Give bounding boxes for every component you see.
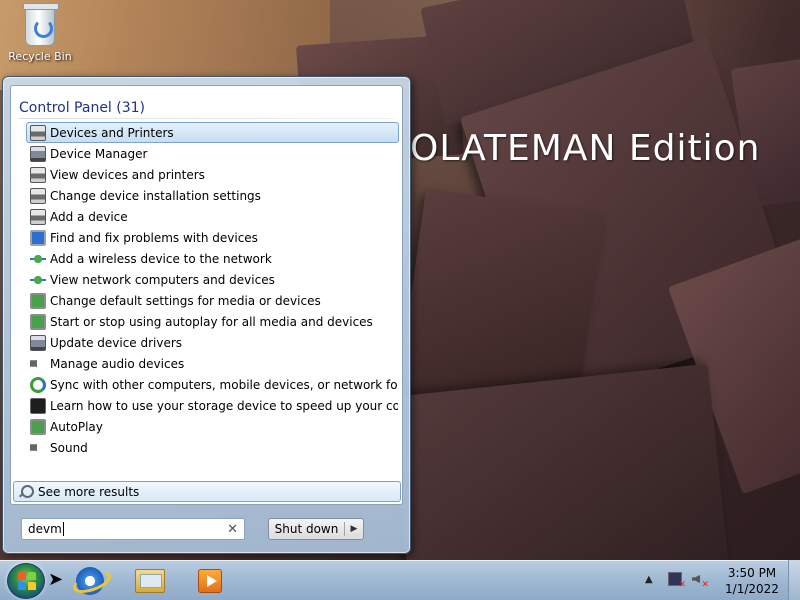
see-more-results-button[interactable]: See more results: [13, 481, 401, 502]
media-player-icon: [198, 569, 222, 593]
result-item[interactable]: Add a device: [26, 206, 399, 227]
shutdown-label[interactable]: Shut down: [269, 522, 345, 536]
taskbar-media-player[interactable]: [190, 563, 230, 599]
result-label: Devices and Printers: [50, 125, 174, 140]
device-manager-icon: [30, 145, 46, 162]
taskbar-windows-explorer[interactable]: [130, 563, 170, 599]
result-item[interactable]: Start or stop using autoplay for all med…: [26, 311, 399, 332]
result-item[interactable]: Add a wireless device to the network: [26, 248, 399, 269]
result-item[interactable]: Learn how to use your storage device to …: [26, 395, 399, 416]
result-label: Sync with other computers, mobile device…: [50, 377, 399, 392]
wallpaper-edition-text: OLATEMAN Edition: [410, 128, 761, 169]
result-label: Learn how to use your storage device to …: [50, 398, 399, 413]
result-label: Sound: [50, 440, 88, 455]
start-menu: Control Panel (31) Devices and Printers …: [2, 76, 411, 554]
devices-printers-icon: [30, 166, 46, 183]
sync-icon: [30, 376, 46, 393]
result-label: Update device drivers: [50, 335, 183, 350]
troubleshoot-icon: [30, 229, 46, 246]
result-item[interactable]: Find and fix problems with devices: [26, 227, 399, 248]
autoplay-icon: [30, 292, 46, 309]
text-caret: [62, 522, 64, 536]
speaker-icon: [30, 355, 43, 372]
header-divider: [19, 118, 394, 119]
recycle-bin-label: Recycle Bin: [8, 50, 72, 63]
volume-muted-icon[interactable]: [692, 572, 709, 590]
network-icon: [30, 250, 46, 267]
network-disconnected-icon[interactable]: [668, 572, 686, 590]
devices-printers-icon: [30, 208, 46, 225]
devices-printers-icon: [30, 187, 46, 204]
network-icon: [30, 271, 46, 288]
result-label: Start or stop using autoplay for all med…: [50, 314, 373, 329]
result-label: View devices and printers: [50, 167, 205, 182]
result-item[interactable]: Device Manager: [26, 143, 399, 164]
result-item[interactable]: Sound: [26, 437, 399, 458]
result-item[interactable]: Manage audio devices: [26, 353, 399, 374]
clear-search-icon[interactable]: ✕: [227, 522, 238, 537]
result-item[interactable]: Change default settings for media or dev…: [26, 290, 399, 311]
result-label: View network computers and devices: [50, 272, 275, 287]
autoplay-icon: [30, 418, 46, 435]
result-item[interactable]: AutoPlay: [26, 416, 399, 437]
recycle-bin-shortcut[interactable]: Recycle Bin: [6, 3, 74, 63]
result-item[interactable]: Devices and Printers: [26, 122, 399, 143]
result-label: Device Manager: [50, 146, 148, 161]
recycle-bin-icon: [23, 3, 59, 46]
result-item[interactable]: View network computers and devices: [26, 269, 399, 290]
results-list: Devices and Printers Device Manager View…: [26, 122, 399, 458]
start-orb-button[interactable]: [7, 563, 45, 599]
search-input-value: devm: [28, 522, 62, 536]
result-label: Add a wireless device to the network: [50, 251, 272, 266]
result-item[interactable]: Sync with other computers, mobile device…: [26, 374, 399, 395]
taskbar-internet-explorer[interactable]: [70, 563, 110, 599]
shutdown-options-arrow-icon[interactable]: ▶: [345, 524, 363, 534]
result-label: AutoPlay: [50, 419, 103, 434]
result-item[interactable]: Change device installation settings: [26, 185, 399, 206]
result-label: Find and fix problems with devices: [50, 230, 258, 245]
devices-printers-icon: [30, 124, 46, 141]
speaker-icon: [30, 439, 43, 456]
storage-icon: [30, 397, 46, 414]
taskbar-clock[interactable]: 3:50 PM 1/1/2022: [722, 565, 782, 597]
device-manager-icon: [30, 334, 46, 351]
see-more-label: See more results: [38, 484, 140, 499]
start-search-input[interactable]: devm ✕: [21, 518, 245, 540]
result-label: Change device installation settings: [50, 188, 261, 203]
clock-date: 1/1/2022: [725, 582, 779, 596]
show-desktop-button[interactable]: [788, 560, 800, 600]
result-item[interactable]: Update device drivers: [26, 332, 399, 353]
clock-time: 3:50 PM: [727, 566, 777, 580]
result-label: Manage audio devices: [50, 356, 185, 371]
result-item[interactable]: View devices and printers: [26, 164, 399, 185]
internet-explorer-icon: [76, 567, 104, 595]
shutdown-button[interactable]: Shut down ▶: [268, 518, 364, 540]
search-results-pane: Control Panel (31) Devices and Printers …: [10, 85, 403, 505]
result-label: Add a device: [50, 209, 128, 224]
windows-explorer-icon: [135, 569, 165, 593]
mouse-cursor-icon: ➤: [48, 569, 64, 590]
autoplay-icon: [30, 313, 46, 330]
result-label: Change default settings for media or dev…: [50, 293, 321, 308]
chocolate-piece: [389, 363, 731, 560]
results-group-header[interactable]: Control Panel (31): [19, 100, 145, 116]
show-hidden-icons-arrow-icon[interactable]: ▲: [645, 574, 653, 585]
search-icon: [18, 484, 34, 499]
